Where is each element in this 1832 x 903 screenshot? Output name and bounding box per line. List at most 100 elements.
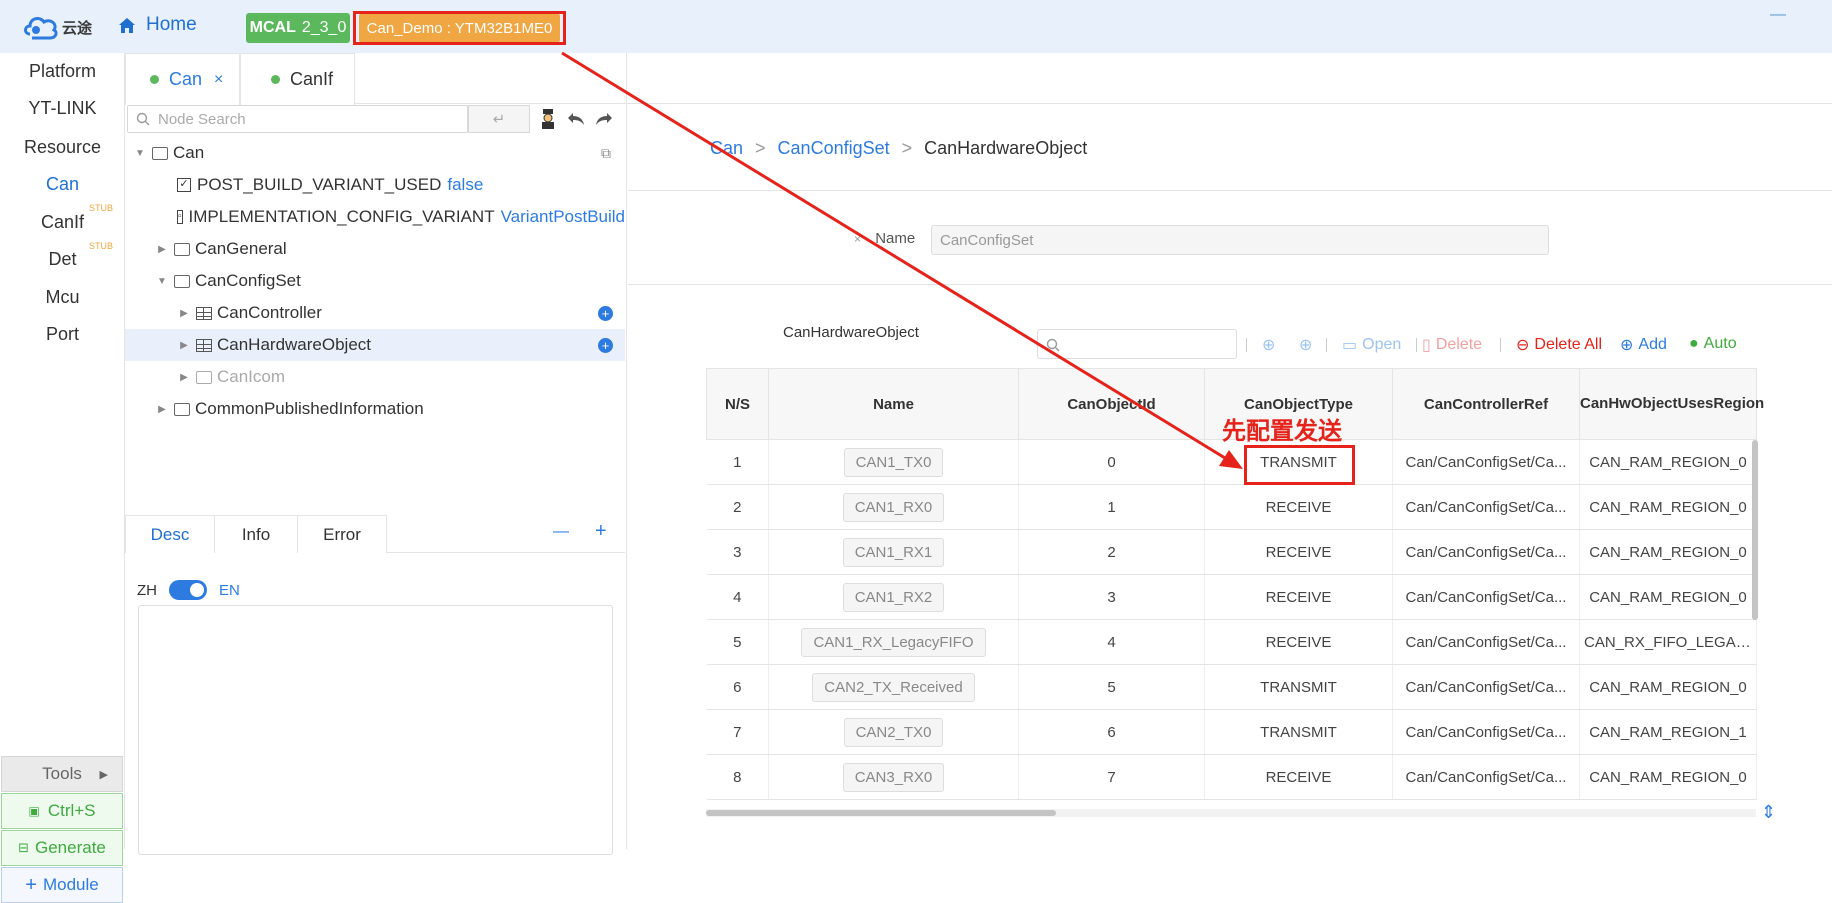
- table-row[interactable]: 2 CAN1_RX0 1 RECEIVE Can/CanConfigSet/Ca... C…: [706, 484, 1757, 530]
- ns-cell[interactable]: 5: [706, 619, 769, 665]
- sidebar-item-canif[interactable]: CanIf: [0, 212, 125, 233]
- tree-node-canconfigset[interactable]: ▼ CanConfigSet: [125, 265, 625, 297]
- vertical-scrollbar[interactable]: [1752, 440, 1758, 620]
- region-cell[interactable]: CAN_RAM_REGION_1: [1579, 709, 1757, 755]
- object-id-cell[interactable]: 4: [1018, 619, 1205, 665]
- sidebar-item-mcu[interactable]: Mcu: [0, 287, 125, 308]
- controller-ref-cell[interactable]: Can/CanConfigSet/Ca...: [1392, 619, 1580, 665]
- ns-cell[interactable]: 8: [706, 754, 769, 800]
- sidebar-item-yt-link[interactable]: YT-LINK: [0, 98, 125, 119]
- home-link[interactable]: Home: [118, 14, 197, 36]
- caret-right-icon[interactable]: ▶: [177, 340, 191, 351]
- ns-cell[interactable]: 4: [706, 574, 769, 620]
- region-cell[interactable]: CAN_RAM_REGION_0: [1579, 754, 1757, 800]
- tree-node-canicom[interactable]: ▶ CanIcom: [125, 361, 625, 393]
- breadcrumb-canconfigset[interactable]: CanConfigSet: [778, 138, 890, 159]
- sidebar-item-port[interactable]: Port: [0, 324, 125, 345]
- caret-down-icon[interactable]: ▼: [155, 276, 169, 287]
- column-header[interactable]: CanHwObjectUsesRegion: [1579, 368, 1764, 440]
- checkbox-checked-icon[interactable]: ✓: [177, 178, 191, 192]
- region-cell[interactable]: CAN_RAM_REGION_0: [1579, 664, 1757, 710]
- generate-button[interactable]: ⊟ Generate: [1, 830, 123, 866]
- mcal-version-badge[interactable]: MCAL 2_3_0: [246, 13, 350, 43]
- search-enter-button[interactable]: ↵: [468, 105, 530, 133]
- delete-button[interactable]: ▯ Delete: [1422, 335, 1482, 355]
- horizontal-scrollbar[interactable]: [706, 809, 1756, 817]
- tree-node-commonpublishedinformation[interactable]: ▶ CommonPublishedInformation: [125, 393, 625, 425]
- description-textarea[interactable]: [138, 605, 613, 855]
- tree-node-cancontroller[interactable]: ▶ CanController +: [125, 297, 625, 329]
- sidebar-item-resource[interactable]: Resource: [0, 137, 125, 158]
- object-id-cell[interactable]: 7: [1018, 754, 1205, 800]
- object-id-cell[interactable]: 5: [1018, 664, 1205, 710]
- region-cell[interactable]: CAN_RAM_REGION_0: [1579, 529, 1757, 575]
- table-row[interactable]: 1 CAN1_TX0 0 TRANSMIT Can/CanConfigSet/Ca...…: [706, 439, 1757, 485]
- caret-down-icon[interactable]: ▼: [133, 148, 147, 159]
- object-type-cell[interactable]: TRANSMIT: [1204, 709, 1393, 755]
- open-button[interactable]: ▭ Open: [1342, 335, 1401, 355]
- sidebar-item-det[interactable]: Det: [0, 249, 125, 270]
- name-cell[interactable]: CAN2_TX0: [768, 709, 1019, 755]
- project-badge[interactable]: Can_Demo : YTM32B1ME0: [359, 14, 560, 42]
- name-cell[interactable]: CAN1_RX1: [768, 529, 1019, 575]
- controller-ref-cell[interactable]: Can/CanConfigSet/Ca...: [1392, 709, 1580, 755]
- language-toggle[interactable]: [169, 580, 207, 600]
- object-type-cell[interactable]: RECEIVE: [1204, 754, 1393, 800]
- copy-icon[interactable]: ⧉: [601, 145, 611, 162]
- tab-can[interactable]: Can ×: [125, 53, 240, 105]
- tab-close-icon[interactable]: ×: [214, 71, 223, 89]
- sidebar-item-can[interactable]: Can: [0, 174, 125, 195]
- name-cell[interactable]: CAN1_RX_LegacyFIFO: [768, 619, 1019, 665]
- controller-ref-cell[interactable]: Can/CanConfigSet/Ca...: [1392, 754, 1580, 800]
- object-type-cell[interactable]: RECEIVE: [1204, 529, 1393, 575]
- caret-right-icon[interactable]: ▶: [177, 372, 191, 383]
- controller-ref-cell[interactable]: Can/CanConfigSet/Ca...: [1392, 439, 1580, 485]
- caret-right-icon[interactable]: ▶: [155, 244, 169, 255]
- tree-node-can[interactable]: ▼ Can ⧉: [125, 137, 625, 169]
- table-search-input[interactable]: [1037, 329, 1237, 359]
- table-row[interactable]: 4 CAN1_RX2 3 RECEIVE Can/CanConfigSet/Ca... C…: [706, 574, 1757, 620]
- object-type-cell[interactable]: RECEIVE: [1204, 574, 1393, 620]
- controller-ref-cell[interactable]: Can/CanConfigSet/Ca...: [1392, 529, 1580, 575]
- controller-ref-cell[interactable]: Can/CanConfigSet/Ca...: [1392, 664, 1580, 710]
- agent-icon[interactable]: [535, 106, 561, 132]
- delete-all-button[interactable]: ⊖ Delete All: [1516, 335, 1602, 355]
- name-cell[interactable]: CAN3_RX0: [768, 754, 1019, 800]
- tools-button[interactable]: Tools ▶: [1, 756, 123, 792]
- sidebar-item-platform[interactable]: Platform: [0, 61, 125, 82]
- region-cell[interactable]: CAN_RAM_REGION_0: [1579, 484, 1757, 530]
- object-type-cell[interactable]: RECEIVE: [1204, 484, 1393, 530]
- name-cell[interactable]: CAN1_RX0: [768, 484, 1019, 530]
- object-id-cell[interactable]: 3: [1018, 574, 1205, 620]
- ns-cell[interactable]: 3: [706, 529, 769, 575]
- column-header[interactable]: N/S: [706, 368, 769, 440]
- object-type-cell[interactable]: RECEIVE: [1204, 619, 1393, 665]
- breadcrumb-can[interactable]: Can: [710, 138, 743, 159]
- name-cell[interactable]: CAN1_TX0: [768, 439, 1019, 485]
- region-cell[interactable]: CAN_RAM_REGION_0: [1579, 439, 1757, 485]
- move-up-button[interactable]: ⊕: [1262, 335, 1275, 355]
- column-header[interactable]: CanControllerRef: [1392, 368, 1580, 440]
- collapse-panel-button[interactable]: —: [553, 523, 569, 541]
- object-id-cell[interactable]: 1: [1018, 484, 1205, 530]
- tab-info[interactable]: Info: [214, 515, 298, 553]
- ns-cell[interactable]: 2: [706, 484, 769, 530]
- add-child-icon[interactable]: +: [598, 305, 613, 321]
- region-cell[interactable]: CAN_RAM_REGION_0: [1579, 574, 1757, 620]
- ns-cell[interactable]: 6: [706, 664, 769, 710]
- ns-cell[interactable]: 1: [706, 439, 769, 485]
- auto-button[interactable]: ● Auto: [1689, 335, 1737, 353]
- object-id-cell[interactable]: 0: [1018, 439, 1205, 485]
- object-type-cell[interactable]: TRANSMIT: [1204, 664, 1393, 710]
- name-cell[interactable]: CAN2_TX_Received: [768, 664, 1019, 710]
- tree-node-cangeneral[interactable]: ▶ CanGeneral: [125, 233, 625, 265]
- add-child-icon[interactable]: +: [598, 337, 613, 353]
- name-field[interactable]: CanConfigSet: [931, 225, 1549, 255]
- tab-desc[interactable]: Desc: [125, 515, 215, 553]
- table-row[interactable]: 3 CAN1_RX1 2 RECEIVE Can/CanConfigSet/Ca... C…: [706, 529, 1757, 575]
- name-cell[interactable]: CAN1_RX2: [768, 574, 1019, 620]
- save-button[interactable]: ▣ Ctrl+S: [1, 793, 123, 829]
- tab-error[interactable]: Error: [297, 515, 387, 553]
- caret-right-icon[interactable]: ▶: [155, 404, 169, 415]
- tree-node-post-build-variant-used[interactable]: ✓ POST_BUILD_VARIANT_USED false: [125, 169, 625, 201]
